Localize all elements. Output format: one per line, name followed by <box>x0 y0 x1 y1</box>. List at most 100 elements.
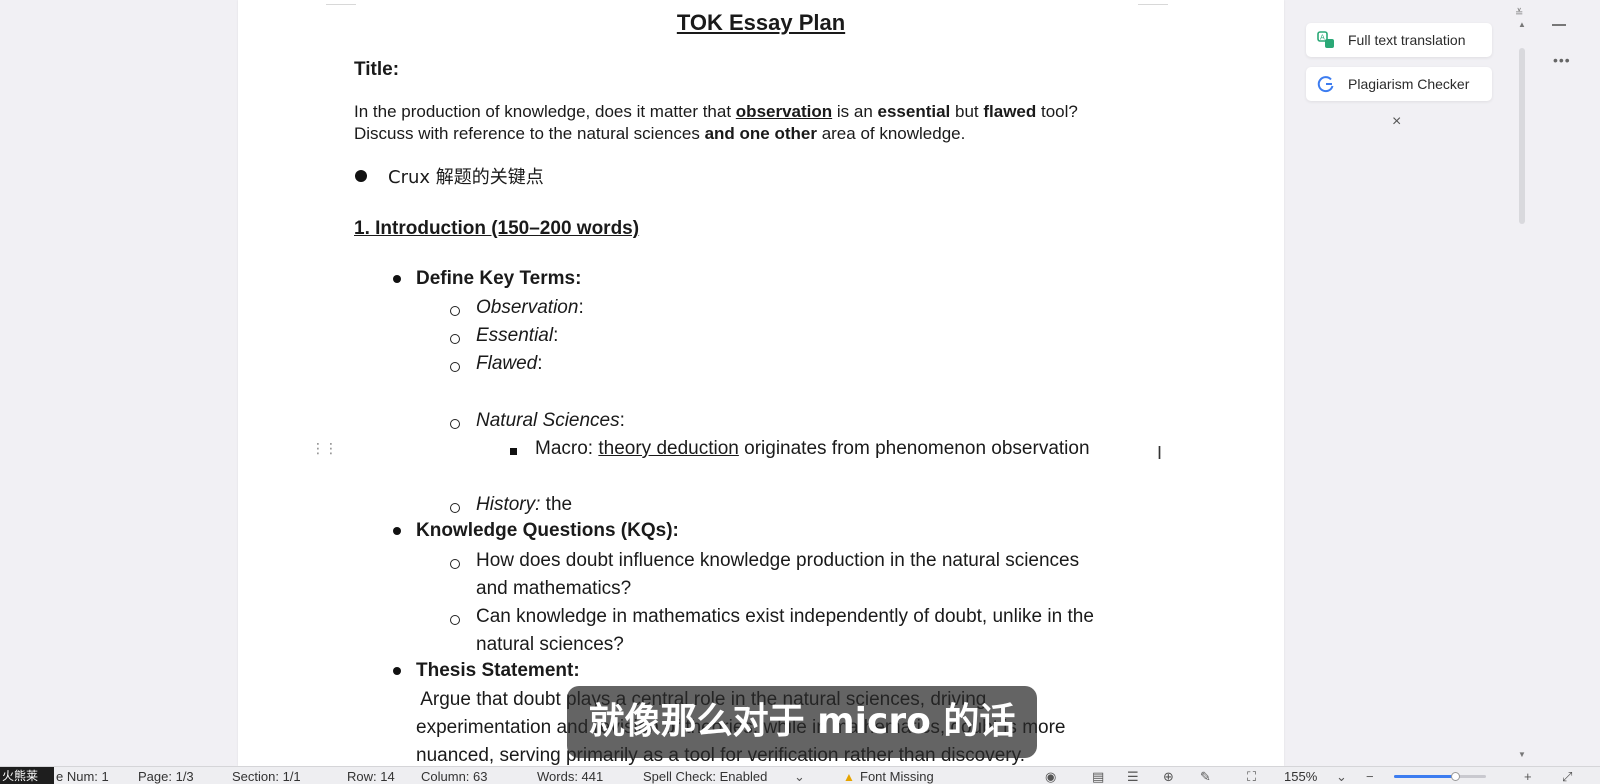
fit-page-icon[interactable]: ⛶ <box>1247 769 1256 784</box>
minimize-icon[interactable] <box>1552 24 1566 26</box>
prompt-text: is an <box>832 102 878 121</box>
scroll-up-icon[interactable]: ▲ <box>1518 20 1526 29</box>
kq2-line-1: Can knowledge in mathematics exist indep… <box>476 606 1094 627</box>
term-history: History: the <box>476 494 572 516</box>
spell-check-status[interactable]: Spell Check: Enabled <box>643 769 767 784</box>
outline-view-icon[interactable]: ☰ <box>1127 769 1139 784</box>
full-text-translation-button[interactable]: A Full text translation <box>1306 23 1492 57</box>
page-num-status[interactable]: e Num: 1 <box>56 769 109 784</box>
prompt-text: tool? <box>1036 102 1078 121</box>
scrollbar-thumb[interactable] <box>1519 48 1525 224</box>
scroll-top-icon[interactable]: ≚ <box>1515 8 1523 19</box>
term-label: Observation <box>476 297 579 318</box>
pen-icon[interactable]: ✎ <box>1200 769 1211 784</box>
plagiarism-checker-label: Plagiarism Checker <box>1348 76 1470 92</box>
status-bar: 火熊莱 e Num: 1 Page: 1/3 Section: 1/1 Row:… <box>0 766 1600 784</box>
kq1-line-2: and mathematics? <box>476 578 632 599</box>
video-subtitle: 就像那么对于 micro 的话 <box>567 686 1037 758</box>
bullet-icon <box>393 275 401 283</box>
square-bullet-icon <box>510 448 517 455</box>
term-essential: Essential: <box>476 325 558 347</box>
term-colon: : <box>553 325 559 346</box>
text-cursor-icon: I <box>1157 443 1163 463</box>
section-heading-introduction: 1. Introduction (150–200 words) <box>354 218 640 239</box>
prompt-keyword-essential: essential <box>877 102 951 121</box>
define-key-terms-heading: Define Key Terms: <box>416 268 582 289</box>
prompt-keyword-observation: observation <box>735 102 833 121</box>
term-observation: Observation: <box>476 297 584 319</box>
term-content: the <box>540 494 573 515</box>
overlay-chip: 火熊莱 <box>0 767 54 784</box>
document-page[interactable]: TOK Essay Plan Title: In the production … <box>238 0 1284 766</box>
sub-bullet-icon <box>450 334 460 344</box>
page-status[interactable]: Page: 1/3 <box>138 769 194 784</box>
sub-bullet-icon <box>450 306 460 316</box>
bullet-icon <box>355 170 367 182</box>
term-flawed: Flawed: <box>476 353 543 375</box>
drag-handle-icon[interactable]: ⋮⋮ <box>311 441 338 455</box>
full-text-translation-label: Full text translation <box>1348 32 1466 48</box>
document-title: TOK Essay Plan <box>676 10 846 35</box>
sub-bullet-icon <box>450 419 460 429</box>
term-label: Natural Sciences <box>476 410 620 431</box>
chevron-down-icon[interactable]: ⌄ <box>1336 769 1347 784</box>
sub-bullet-icon <box>450 559 460 569</box>
section-status[interactable]: Section: 1/1 <box>232 769 301 784</box>
thesis-statement-heading: Thesis Statement: <box>416 660 580 681</box>
kq2-line-2: natural sciences? <box>476 634 624 655</box>
term-natural-sciences: Natural Sciences: <box>476 410 625 432</box>
prompt-text: area of knowledge. <box>816 124 966 143</box>
prompt-keyword-one-other: and one other <box>704 124 817 143</box>
sub-bullet-icon <box>450 615 460 625</box>
zoom-level[interactable]: 155% <box>1284 769 1317 784</box>
term-label: History: <box>476 494 541 515</box>
zoom-slider[interactable] <box>1394 772 1486 781</box>
prompt-text: In the production of knowledge, does it … <box>354 102 736 121</box>
web-view-icon[interactable]: ⊕ <box>1163 769 1174 784</box>
zoom-out-icon[interactable]: − <box>1366 769 1374 784</box>
document-content[interactable]: TOK Essay Plan Title: In the production … <box>238 0 1284 767</box>
zoom-slider-handle[interactable] <box>1450 772 1460 781</box>
prompt-text: but <box>950 102 984 121</box>
word-count-status[interactable]: Words: 441 <box>537 769 603 784</box>
sub-bullet-icon <box>450 503 460 513</box>
page-view-icon[interactable]: ▤ <box>1092 769 1104 784</box>
column-status: Column: 63 <box>421 769 488 784</box>
bullet-icon <box>393 527 401 535</box>
scroll-down-icon[interactable]: ▼ <box>1518 750 1526 759</box>
close-icon[interactable]: × <box>1392 113 1401 131</box>
fullscreen-icon[interactable]: ⤢ <box>1562 769 1572 784</box>
eye-icon[interactable]: ◉ <box>1045 769 1056 784</box>
knowledge-questions-heading: Knowledge Questions (KQs): <box>416 520 679 541</box>
macro-point: Macro: theory deduction originates from … <box>535 438 1090 460</box>
svg-text:A: A <box>1320 34 1325 42</box>
plagiarism-checker-button[interactable]: Plagiarism Checker <box>1306 67 1492 101</box>
term-colon: : <box>619 410 625 431</box>
prompt-keyword-flawed: flawed <box>983 102 1037 121</box>
zoom-in-icon[interactable]: + <box>1524 769 1532 784</box>
vertical-scrollbar[interactable]: ▲ ▼ <box>1518 20 1526 760</box>
term-colon: : <box>537 353 543 374</box>
row-status: Row: 14 <box>347 769 395 784</box>
theory-deduction-link[interactable]: theory deduction <box>598 438 739 459</box>
term-label: Essential <box>476 325 554 346</box>
macro-prefix: Macro: <box>535 438 599 459</box>
font-missing-status[interactable]: Font Missing <box>860 769 934 784</box>
term-label: Flawed <box>476 353 538 374</box>
crux-note: Crux 解题的关键点 <box>388 167 544 188</box>
plagiarism-icon <box>1316 74 1336 94</box>
translate-icon: A <box>1316 30 1336 50</box>
zoom-slider-fill <box>1394 775 1455 778</box>
essay-prompt-line-2: Discuss with reference to the natural sc… <box>354 123 965 145</box>
warning-icon: ▲ <box>843 770 855 784</box>
more-icon[interactable]: ••• <box>1553 52 1571 68</box>
essay-prompt-line-1: In the production of knowledge, does it … <box>354 101 1078 123</box>
title-label: Title: <box>354 59 400 80</box>
kq1-line-1: How does doubt influence knowledge produ… <box>476 550 1080 571</box>
macro-rest: originates from phenomenon observation <box>738 438 1090 459</box>
prompt-text: Discuss with reference to the natural sc… <box>354 124 705 143</box>
sub-bullet-icon <box>450 362 460 372</box>
chevron-down-icon[interactable]: ⌄ <box>794 769 805 784</box>
term-colon: : <box>578 297 584 318</box>
bullet-icon <box>393 667 401 675</box>
